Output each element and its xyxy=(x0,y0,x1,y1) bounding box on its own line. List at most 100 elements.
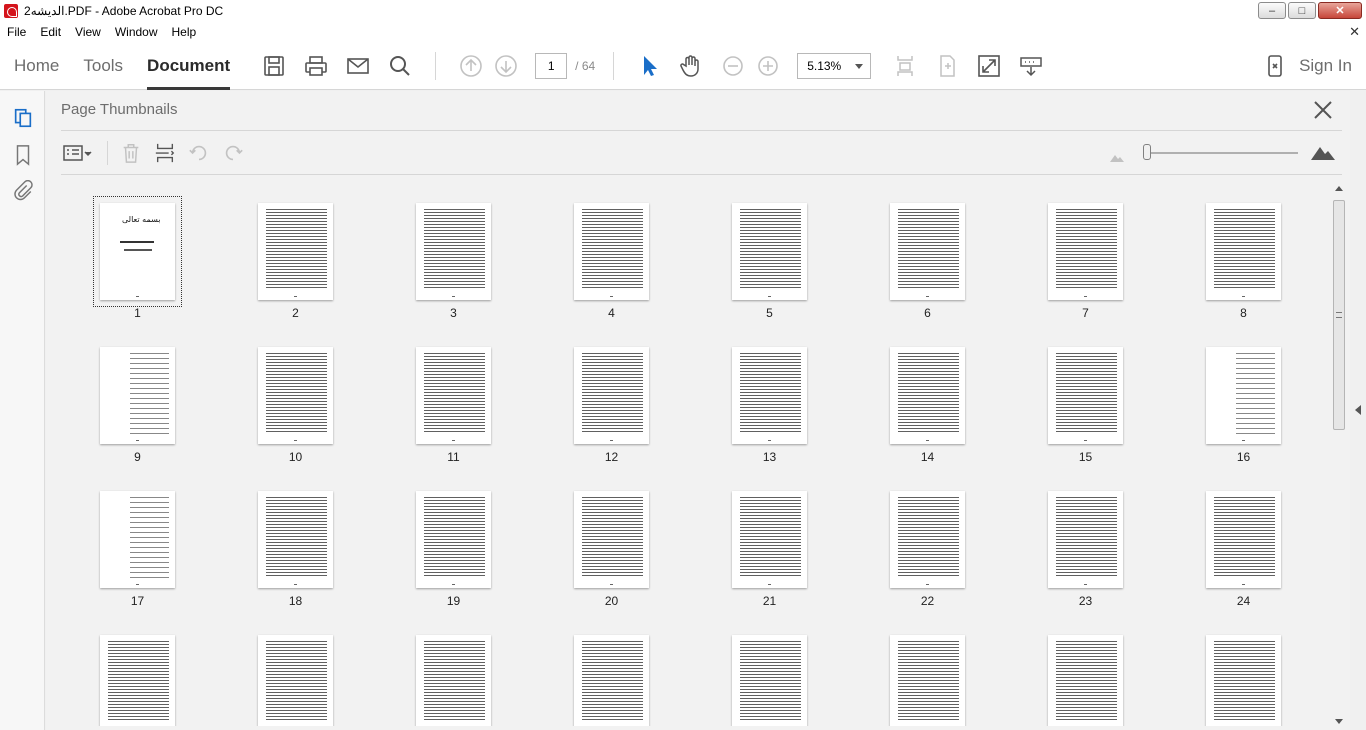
next-page-icon[interactable] xyxy=(492,52,520,80)
page-thumbnail[interactable] xyxy=(258,635,333,726)
minimize-button[interactable]: – xyxy=(1258,2,1286,19)
thumbnail-item[interactable]: 27 xyxy=(376,618,496,726)
page-layout-icon[interactable] xyxy=(933,52,961,80)
close-window-button[interactable]: ✕ xyxy=(1318,2,1362,19)
page-thumbnail[interactable] xyxy=(416,347,491,444)
thumbnail-item[interactable]: 12 xyxy=(534,330,654,464)
print-icon[interactable] xyxy=(302,52,330,80)
page-thumbnail[interactable] xyxy=(1048,635,1123,726)
insert-page-icon[interactable] xyxy=(152,140,178,166)
thumbnail-item[interactable]: 32 xyxy=(1166,618,1286,726)
thumbnail-item[interactable]: 24 xyxy=(1166,474,1286,608)
page-thumbnail[interactable] xyxy=(890,491,965,588)
page-thumbnail[interactable]: بسمه تعالی xyxy=(93,196,182,307)
rotate-right-icon[interactable] xyxy=(220,140,246,166)
page-thumbnail[interactable] xyxy=(100,347,175,444)
scroll-up-icon[interactable] xyxy=(1335,186,1343,191)
mobile-device-icon[interactable] xyxy=(1261,52,1289,80)
page-number-input[interactable]: 1 xyxy=(535,52,568,79)
menu-help[interactable]: Help xyxy=(165,25,204,39)
page-thumbnail[interactable] xyxy=(574,203,649,300)
tab-document[interactable]: Document xyxy=(147,42,231,90)
thumbnail-item[interactable]: 4 xyxy=(534,186,654,320)
thumbnail-item[interactable]: 15 xyxy=(1008,330,1128,464)
options-menu-icon[interactable] xyxy=(61,140,95,166)
thumbnail-item[interactable]: 6 xyxy=(850,186,970,320)
maximize-button[interactable]: □ xyxy=(1288,2,1316,19)
attachment-icon[interactable] xyxy=(11,179,35,203)
menu-window[interactable]: Window xyxy=(108,25,165,39)
search-icon[interactable] xyxy=(386,52,414,80)
page-thumbnail[interactable] xyxy=(732,347,807,444)
previous-page-icon[interactable] xyxy=(457,52,485,80)
page-thumbnail[interactable] xyxy=(416,635,491,726)
thumbnail-item[interactable]: 5 xyxy=(692,186,812,320)
rotate-left-icon[interactable] xyxy=(186,140,212,166)
thumbnail-item[interactable]: 31 xyxy=(1008,618,1128,726)
full-screen-icon[interactable] xyxy=(975,52,1003,80)
fit-width-icon[interactable] xyxy=(891,52,919,80)
close-icon[interactable] xyxy=(1312,99,1334,121)
more-tools-icon[interactable] xyxy=(1017,52,1045,80)
thumbnail-item[interactable]: 29 xyxy=(692,618,812,726)
scrollbar-thumb[interactable] xyxy=(1333,200,1345,430)
tab-home[interactable]: Home xyxy=(14,42,59,90)
menu-edit[interactable]: Edit xyxy=(33,25,68,39)
page-thumbnail[interactable] xyxy=(732,491,807,588)
thumbnail-item[interactable]: 21 xyxy=(692,474,812,608)
save-icon[interactable] xyxy=(260,52,288,80)
tab-tools[interactable]: Tools xyxy=(83,42,123,90)
thumbnail-item[interactable]: 28 xyxy=(534,618,654,726)
email-icon[interactable] xyxy=(344,52,372,80)
thumbnail-item[interactable]: 23 xyxy=(1008,474,1128,608)
page-thumbnail[interactable] xyxy=(258,347,333,444)
page-thumbnail[interactable] xyxy=(1206,347,1281,444)
thumbnail-item[interactable]: 8 xyxy=(1166,186,1286,320)
thumbnail-item[interactable]: 11 xyxy=(376,330,496,464)
thumbnail-item[interactable]: 16 xyxy=(1166,330,1286,464)
thumbnail-item[interactable]: بسمه تعالی 1 xyxy=(60,186,182,320)
page-thumbnail[interactable] xyxy=(732,203,807,300)
thumbnail-size-slider[interactable] xyxy=(1106,141,1336,165)
page-thumbnail[interactable] xyxy=(416,491,491,588)
thumbnail-item[interactable]: 20 xyxy=(534,474,654,608)
thumbnail-item[interactable]: 10 xyxy=(218,330,338,464)
page-thumbnails-icon[interactable] xyxy=(11,106,35,130)
page-thumbnail[interactable] xyxy=(100,491,175,588)
zoom-in-icon[interactable] xyxy=(754,52,782,80)
page-thumbnail[interactable] xyxy=(1048,347,1123,444)
close-document-icon[interactable]: ✕ xyxy=(1349,24,1360,40)
thumbnail-item[interactable]: 22 xyxy=(850,474,970,608)
menu-view[interactable]: View xyxy=(68,25,108,39)
thumbnail-item[interactable]: 30 xyxy=(850,618,970,726)
thumbnail-item[interactable]: 13 xyxy=(692,330,812,464)
thumbnail-item[interactable]: 3 xyxy=(376,186,496,320)
page-thumbnail[interactable] xyxy=(890,203,965,300)
slider-handle[interactable] xyxy=(1143,144,1151,160)
select-cursor-icon[interactable] xyxy=(635,52,663,80)
thumbnail-item[interactable]: 17 xyxy=(60,474,180,608)
sign-in-link[interactable]: Sign In xyxy=(1299,56,1352,76)
page-thumbnail[interactable] xyxy=(1048,203,1123,300)
thumbnail-item[interactable]: 25 xyxy=(60,618,180,726)
page-thumbnail[interactable] xyxy=(574,347,649,444)
expand-pane-icon[interactable] xyxy=(1355,405,1361,415)
thumbnail-item[interactable]: 18 xyxy=(218,474,338,608)
page-thumbnail[interactable] xyxy=(1048,491,1123,588)
page-thumbnail[interactable] xyxy=(890,347,965,444)
thumbnail-item[interactable]: 9 xyxy=(60,330,180,464)
page-thumbnail[interactable] xyxy=(574,491,649,588)
thumbnail-item[interactable]: 7 xyxy=(1008,186,1128,320)
scroll-down-icon[interactable] xyxy=(1335,719,1343,724)
thumbnail-item[interactable]: 2 xyxy=(218,186,338,320)
zoom-out-icon[interactable] xyxy=(719,52,747,80)
thumbnail-item[interactable]: 26 xyxy=(218,618,338,726)
page-thumbnail[interactable] xyxy=(416,203,491,300)
bookmark-icon[interactable] xyxy=(11,143,35,167)
vertical-scrollbar[interactable] xyxy=(1332,186,1346,726)
page-thumbnail[interactable] xyxy=(732,635,807,726)
menu-file[interactable]: File xyxy=(0,25,33,39)
delete-page-icon[interactable] xyxy=(118,140,144,166)
page-thumbnail[interactable] xyxy=(890,635,965,726)
zoom-level-dropdown[interactable]: 5.13% xyxy=(797,52,872,79)
